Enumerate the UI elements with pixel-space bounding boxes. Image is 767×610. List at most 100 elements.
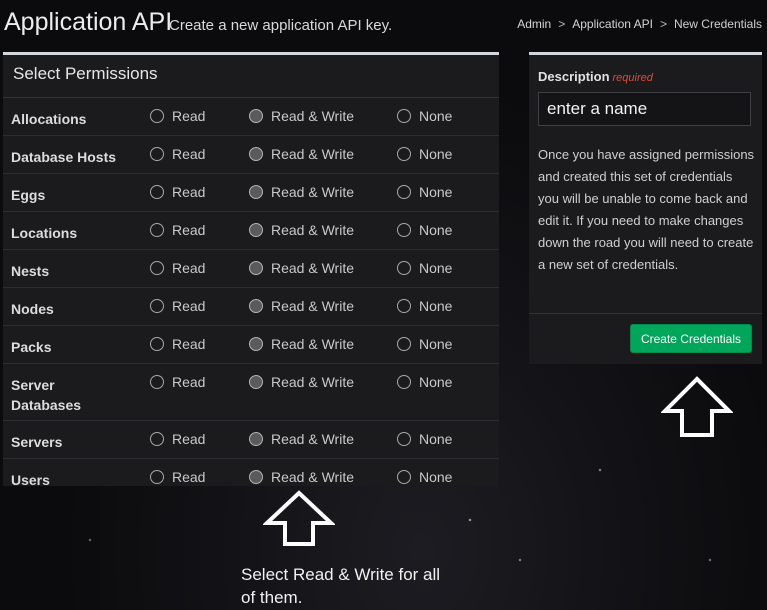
- radio-label: Read & Write: [271, 146, 354, 162]
- radio-button[interactable]: [249, 299, 263, 313]
- radio-button[interactable]: [150, 261, 164, 275]
- permission-name: Nests: [11, 263, 50, 279]
- radio-button[interactable]: [397, 299, 411, 313]
- breadcrumb: Admin > Application API > New Credentials: [517, 17, 762, 31]
- radio-option-none[interactable]: None: [397, 184, 452, 200]
- up-arrow-icon: [263, 490, 335, 546]
- radio-option-none[interactable]: None: [397, 146, 452, 162]
- radio-option-none[interactable]: None: [397, 431, 452, 447]
- radio-label: Read & Write: [271, 108, 354, 124]
- radio-button[interactable]: [150, 223, 164, 237]
- radio-option-read-write[interactable]: Read & Write: [249, 260, 354, 276]
- radio-option-read-write[interactable]: Read & Write: [249, 336, 354, 352]
- description-input[interactable]: [538, 92, 751, 126]
- radio-option-read[interactable]: Read: [150, 146, 205, 162]
- radio-button[interactable]: [397, 261, 411, 275]
- permission-row: Locations Read Read & Write None: [3, 212, 499, 250]
- radio-option-read-write[interactable]: Read & Write: [249, 469, 354, 485]
- radio-button[interactable]: [397, 432, 411, 446]
- radio-button[interactable]: [397, 470, 411, 484]
- radio-button[interactable]: [249, 185, 263, 199]
- required-label: required: [612, 72, 653, 84]
- breadcrumb-admin[interactable]: Admin: [517, 17, 551, 31]
- permission-name: Server Databases: [11, 377, 82, 413]
- radio-button[interactable]: [150, 147, 164, 161]
- radio-option-read[interactable]: Read: [150, 298, 205, 314]
- radio-option-read-write[interactable]: Read & Write: [249, 222, 354, 238]
- permission-row: Packs Read Read & Write None: [3, 326, 499, 364]
- permission-name: Locations: [11, 225, 78, 241]
- radio-button[interactable]: [150, 299, 164, 313]
- radio-label: Read & Write: [271, 222, 354, 238]
- radio-option-none[interactable]: None: [397, 108, 452, 124]
- radio-label: None: [419, 222, 453, 238]
- radio-button[interactable]: [397, 375, 411, 389]
- description-panel: Descriptionrequired Once you have assign…: [529, 52, 762, 364]
- permission-name: Database Hosts: [11, 149, 117, 165]
- radio-option-read-write[interactable]: Read & Write: [249, 374, 354, 390]
- radio-button[interactable]: [150, 375, 164, 389]
- radio-button[interactable]: [249, 432, 263, 446]
- description-label: Description required: [538, 69, 653, 84]
- radio-button[interactable]: [397, 223, 411, 237]
- radio-button[interactable]: [397, 337, 411, 351]
- radio-button[interactable]: [249, 375, 263, 389]
- radio-button[interactable]: [397, 147, 411, 161]
- radio-option-read-write[interactable]: Read & Write: [249, 108, 354, 124]
- permission-row: Server Databases Read Read & Write None: [3, 364, 499, 421]
- radio-button[interactable]: [249, 223, 263, 237]
- permissions-heading: Select Permissions: [3, 55, 499, 98]
- permission-name: Packs: [11, 339, 52, 355]
- radio-button[interactable]: [249, 147, 263, 161]
- radio-option-read[interactable]: Read: [150, 184, 205, 200]
- radio-option-none[interactable]: None: [397, 222, 452, 238]
- radio-button[interactable]: [150, 185, 164, 199]
- radio-button[interactable]: [249, 337, 263, 351]
- radio-label: None: [419, 108, 453, 124]
- radio-option-none[interactable]: None: [397, 336, 452, 352]
- radio-option-read[interactable]: Read: [150, 336, 205, 352]
- radio-label: None: [419, 431, 453, 447]
- page-title: Application API: [4, 8, 173, 36]
- radio-label: None: [419, 374, 453, 390]
- radio-label: Read: [172, 298, 206, 314]
- permission-name: Users: [11, 472, 50, 488]
- permission-name: Eggs: [11, 187, 46, 203]
- radio-label: None: [419, 469, 453, 485]
- radio-button[interactable]: [150, 109, 164, 123]
- radio-button[interactable]: [249, 261, 263, 275]
- radio-button[interactable]: [397, 185, 411, 199]
- radio-option-none[interactable]: None: [397, 469, 452, 485]
- radio-option-read[interactable]: Read: [150, 431, 205, 447]
- radio-option-none[interactable]: None: [397, 298, 452, 314]
- radio-label: Read: [172, 374, 206, 390]
- radio-option-read-write[interactable]: Read & Write: [249, 431, 354, 447]
- permission-name: Nodes: [11, 301, 54, 317]
- radio-button[interactable]: [249, 109, 263, 123]
- radio-option-read[interactable]: Read: [150, 108, 205, 124]
- radio-option-read-write[interactable]: Read & Write: [249, 184, 354, 200]
- radio-label: Read & Write: [271, 469, 354, 485]
- radio-option-none[interactable]: None: [397, 374, 452, 390]
- radio-label: Read: [172, 260, 206, 276]
- radio-label: None: [419, 184, 453, 200]
- breadcrumb-application-api[interactable]: Application API: [572, 17, 653, 31]
- radio-option-read-write[interactable]: Read & Write: [249, 298, 354, 314]
- radio-option-read[interactable]: Read: [150, 374, 205, 390]
- page-subtitle: Create a new application API key.: [169, 17, 393, 34]
- radio-button[interactable]: [397, 109, 411, 123]
- radio-button[interactable]: [249, 470, 263, 484]
- permission-row: Servers Read Read & Write None: [3, 421, 499, 459]
- breadcrumb-separator: >: [558, 17, 566, 31]
- radio-option-read[interactable]: Read: [150, 469, 205, 485]
- radio-option-read[interactable]: Read: [150, 222, 205, 238]
- radio-label: None: [419, 146, 453, 162]
- create-credentials-button[interactable]: Create Credentials: [629, 324, 752, 353]
- permissions-panel: Select Permissions Allocations Read Read &…: [3, 52, 499, 488]
- radio-button[interactable]: [150, 432, 164, 446]
- radio-button[interactable]: [150, 470, 164, 484]
- radio-button[interactable]: [150, 337, 164, 351]
- radio-option-read-write[interactable]: Read & Write: [249, 146, 354, 162]
- radio-option-none[interactable]: None: [397, 260, 452, 276]
- radio-option-read[interactable]: Read: [150, 260, 205, 276]
